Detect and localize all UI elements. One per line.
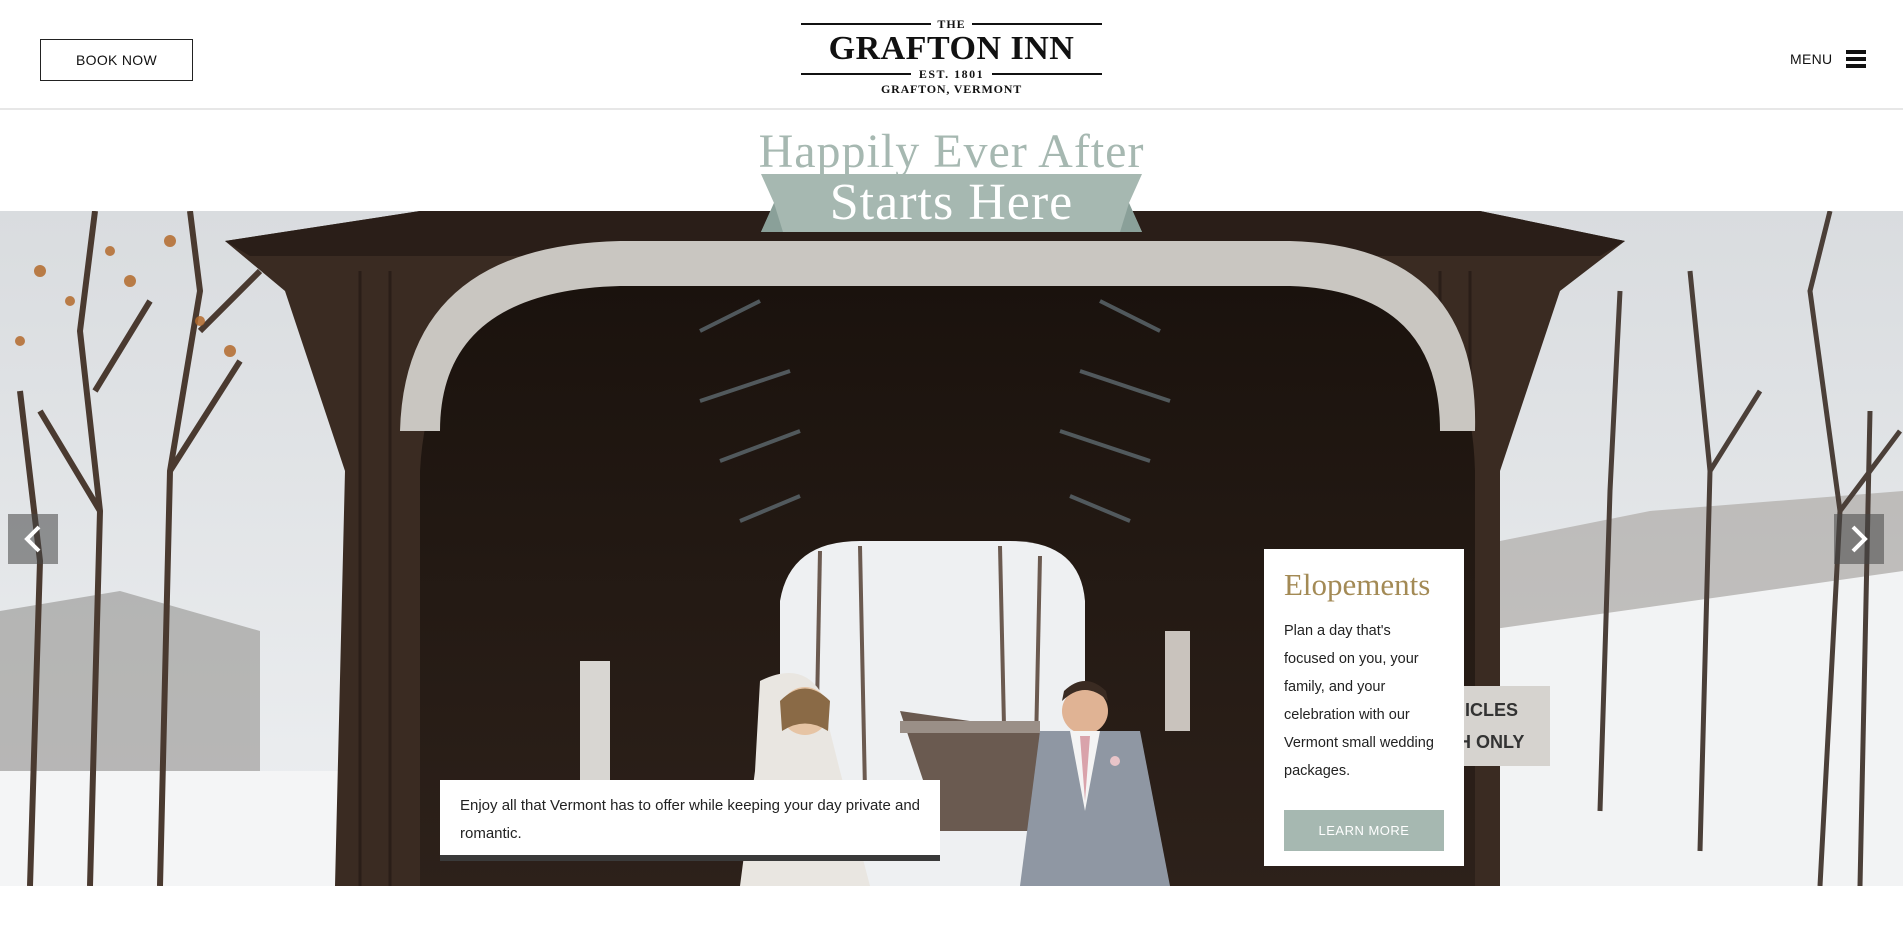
hamburger-icon	[1846, 50, 1867, 68]
logo-name: GRAFTON INN	[828, 30, 1075, 67]
hero-photo: ICLES H ONLY	[0, 211, 1903, 886]
card-body: Plan a day that's focused on you, your f…	[1284, 623, 1434, 779]
next-slide-button[interactable]	[1834, 514, 1884, 564]
logo[interactable]: THE GRAFTON INN EST. 1801 GRAFTON, VERMO…	[801, 17, 1103, 96]
hero-slider: ICLES H ONLY	[0, 211, 1903, 886]
chevron-right-icon	[1851, 525, 1868, 553]
headline-top: Happily Ever After	[758, 125, 1145, 178]
sign-text-1: ICLES	[1465, 700, 1518, 720]
menu-button[interactable]: MENU	[1790, 47, 1867, 71]
prev-slide-button[interactable]	[8, 514, 58, 564]
book-now-button[interactable]: BOOK NOW	[40, 39, 193, 81]
learn-more-button[interactable]: LEARN MORE	[1284, 810, 1444, 851]
logo-est: EST. 1801	[918, 66, 985, 81]
chevron-left-icon	[24, 525, 41, 553]
logo-location: GRAFTON, VERMONT	[880, 82, 1023, 96]
hero-caption: Enjoy all that Vermont has to offer whil…	[440, 780, 940, 861]
sign-text-2: H ONLY	[1458, 732, 1524, 752]
site-header: BOOK NOW THE GRAFTON INN EST. 1801 GRAFT…	[0, 0, 1903, 110]
headline-ribbon: Starts Here	[829, 174, 1074, 231]
elopements-card: Elopements Plan a day that's focused on …	[1264, 549, 1464, 866]
menu-label: MENU	[1790, 51, 1833, 67]
card-title: Elopements	[1284, 567, 1431, 602]
